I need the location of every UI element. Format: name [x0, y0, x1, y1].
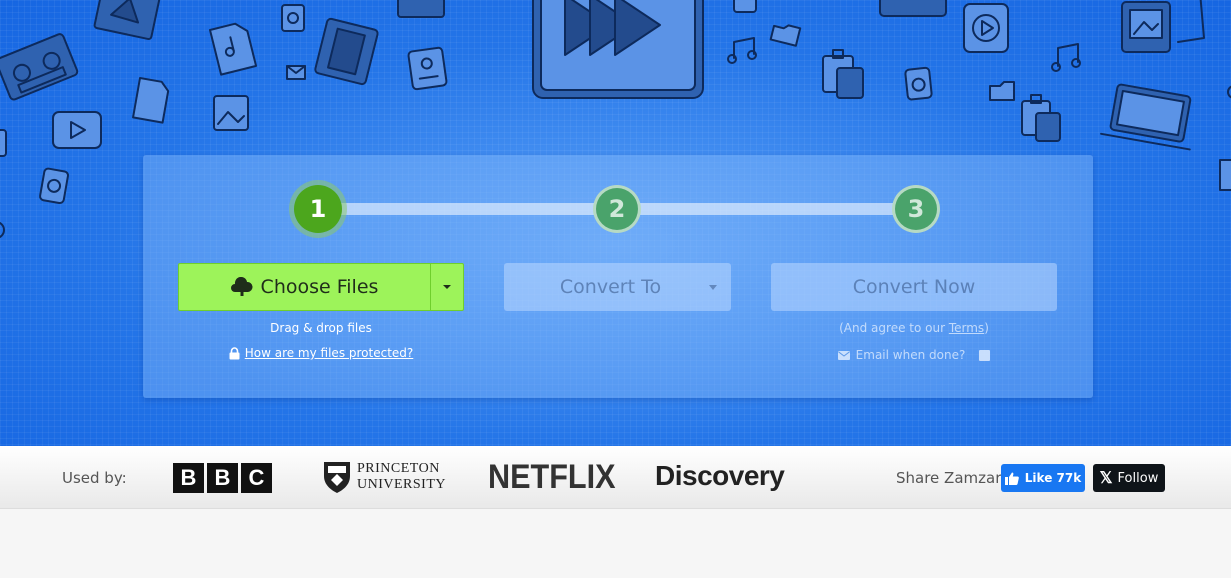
x-follow-label: Follow [1117, 470, 1159, 486]
envelope-doodle [286, 65, 306, 80]
facebook-like-label: Like 77k [1024, 471, 1082, 485]
envelope-icon [837, 350, 850, 360]
converter-panel: 1 2 3 Choose Files Convert To Convert No… [143, 155, 1093, 398]
princeton-logo-line-2: UNIVERSITY [357, 477, 446, 492]
bbc-logo-letter: C [241, 463, 272, 493]
play-video-doodle [52, 111, 102, 149]
cassette-doodle [0, 33, 79, 101]
central-play-doodle [532, 0, 704, 99]
princeton-logo-line-1: PRINCETON [357, 461, 440, 476]
laptop-doodle-right [1100, 83, 1192, 151]
facebook-like-button[interactable]: Like 77k [1001, 464, 1085, 492]
bbc-logo: B B C [173, 463, 272, 493]
box-doodle [93, 0, 161, 40]
picture-frame-doodle [1121, 0, 1205, 53]
play-circle-doodle [963, 3, 1009, 53]
x-logo-icon: 𝕏 [1099, 470, 1113, 487]
folder-doodle-right [989, 81, 1015, 101]
edge-doodle-left-bottom [0, 221, 5, 239]
convert-now-label: Convert Now [852, 276, 976, 298]
mov-file-doodle [132, 77, 170, 124]
music-note-doodle [727, 37, 757, 64]
hero-section: 1 2 3 Choose Files Convert To Convert No… [0, 0, 1231, 446]
choose-files-button-group[interactable]: Choose Files [178, 263, 464, 311]
choose-files-button[interactable]: Choose Files [179, 264, 430, 310]
chevron-down-icon [443, 285, 451, 289]
convert-to-label: Convert To [559, 276, 662, 298]
film-doodle [314, 17, 379, 86]
folder-doodle [769, 24, 802, 47]
terms-suffix: ) [984, 321, 989, 335]
bbc-logo-letter: B [207, 463, 238, 493]
mp3-file-doodle [209, 22, 258, 76]
page-background-below [0, 509, 1231, 578]
drag-drop-hint: Drag & drop files [270, 321, 372, 335]
terms-prefix: (And agree to our [839, 321, 949, 335]
email-when-done-checkbox[interactable] [979, 349, 991, 361]
email-when-done-row: Email when done? [771, 348, 1057, 362]
princeton-logo: PRINCETON UNIVERSITY [323, 460, 446, 494]
convert-now-button[interactable]: Convert Now [771, 263, 1057, 311]
email-when-done-label: Email when done? [855, 348, 966, 362]
bbc-logo-letter: B [173, 463, 204, 493]
small-doodle-right [733, 0, 757, 13]
chevron-down-icon [709, 285, 717, 290]
terms-link[interactable]: Terms [949, 321, 984, 335]
share-label: Share Zamzar: [896, 469, 1007, 487]
laptop-doodle-top [397, 0, 445, 18]
files-protected-link[interactable]: How are my files protected? [245, 346, 414, 360]
small-doodle [281, 4, 305, 32]
used-by-label: Used by: [62, 469, 127, 487]
files-protected-row: How are my files protected? [178, 346, 464, 360]
netflix-logo: NETFLIX [488, 458, 616, 496]
cloud-upload-icon [230, 277, 253, 296]
used-by-bar: Used by: B B C PRINCETON UNIVERSITY NETF… [0, 446, 1231, 509]
audio-doodle-right [904, 66, 933, 101]
choose-files-label: Choose Files [260, 276, 379, 298]
step-1-indicator: 1 [294, 185, 342, 233]
audio-doodle-left [39, 167, 70, 205]
image-doodle [213, 95, 249, 131]
misc-doodle-left [0, 129, 7, 157]
edge-doodles-right [1219, 85, 1231, 191]
step-3-indicator: 3 [892, 185, 940, 233]
box-doodle-right [879, 0, 947, 17]
document-doodle [407, 46, 448, 91]
clipboard-doodle [822, 49, 864, 99]
princeton-shield-icon [324, 462, 350, 493]
choose-files-dropdown-toggle[interactable] [430, 264, 463, 310]
x-follow-button[interactable]: 𝕏 Follow [1093, 464, 1165, 492]
terms-agreement: (And agree to our Terms) [771, 321, 1057, 335]
thumbs-up-icon [1004, 472, 1019, 485]
lock-icon [229, 346, 240, 359]
discovery-logo: Discovery [655, 460, 785, 491]
music-note-doodle-right [1051, 43, 1081, 72]
clipboard-doodle-right [1021, 94, 1061, 142]
step-2-indicator: 2 [593, 185, 641, 233]
convert-to-dropdown[interactable]: Convert To [504, 263, 731, 311]
